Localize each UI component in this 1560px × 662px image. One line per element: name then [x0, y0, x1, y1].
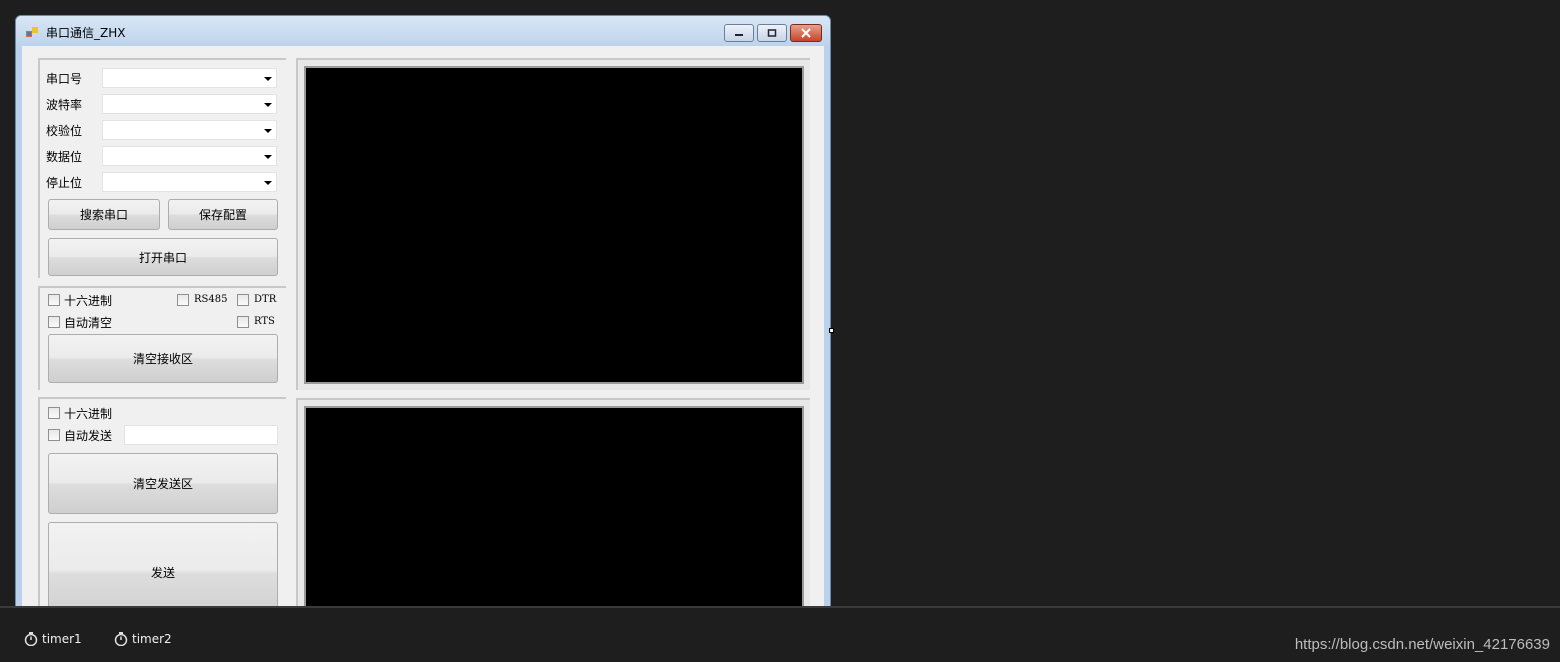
parity-combo[interactable] — [102, 120, 277, 140]
open-port-button[interactable]: 打开串口 — [48, 238, 278, 276]
send-textbox[interactable] — [304, 406, 804, 614]
window-title: 串口通信_ZHX — [46, 26, 126, 40]
chevron-down-icon — [264, 155, 272, 159]
port-combo[interactable] — [102, 68, 277, 88]
form-client-area: 串口号 波特率 校验位 数据位 停止位 搜索串口 保存配置 打开串口 十六进制 … — [22, 46, 824, 614]
chevron-down-icon — [264, 129, 272, 133]
minimize-button[interactable] — [724, 24, 754, 42]
receive-options-group: 十六进制 RS485 DTR 自动清空 RTS 清空接收区 — [38, 286, 286, 390]
app-icon — [26, 27, 38, 37]
minimize-icon — [735, 34, 743, 36]
baud-combo[interactable] — [102, 94, 277, 114]
auto-send-label: 自动发送 — [64, 429, 113, 443]
rts-label: RTS — [254, 316, 275, 327]
port-label: 串口号 — [46, 72, 83, 86]
stopwatch-icon — [114, 632, 128, 646]
send-hex-label: 十六进制 — [64, 407, 113, 421]
send-options-group: 十六进制 自动发送 清空发送区 发送 — [38, 397, 286, 614]
chevron-down-icon — [264, 77, 272, 81]
save-config-button[interactable]: 保存配置 — [168, 199, 278, 230]
stopwatch-icon — [24, 632, 38, 646]
chevron-down-icon — [264, 103, 272, 107]
databits-label: 数据位 — [46, 150, 83, 164]
receive-textbox[interactable] — [304, 66, 804, 384]
rs485-checkbox[interactable] — [177, 294, 189, 306]
auto-send-checkbox[interactable] — [48, 429, 60, 441]
component-tray: timer1 timer2 https://blog.csdn.net/weix… — [0, 606, 1560, 662]
tray-item-timer1[interactable]: timer1 — [24, 632, 82, 646]
rts-checkbox[interactable] — [237, 316, 249, 328]
clear-receive-button[interactable]: 清空接收区 — [48, 334, 278, 383]
designer-form-window: 串口通信_ZHX 串口号 波特率 校验位 数据位 停止位 搜索串口 保存配置 打… — [15, 15, 831, 615]
maximize-icon — [767, 29, 777, 37]
resize-handle[interactable] — [829, 328, 834, 333]
close-icon — [801, 28, 811, 38]
close-button[interactable] — [790, 24, 822, 42]
receive-hex-label: 十六进制 — [64, 294, 113, 308]
receive-hex-checkbox[interactable] — [48, 294, 60, 306]
parity-label: 校验位 — [46, 124, 83, 138]
send-panel — [296, 398, 810, 614]
title-bar: 串口通信_ZHX — [16, 16, 830, 46]
auto-clear-label: 自动清空 — [64, 316, 113, 330]
send-hex-checkbox[interactable] — [48, 407, 60, 419]
auto-send-interval-input[interactable] — [124, 425, 278, 445]
maximize-button[interactable] — [757, 24, 787, 42]
databits-combo[interactable] — [102, 146, 277, 166]
tray-item-label: timer1 — [42, 632, 82, 646]
serial-settings-group: 串口号 波特率 校验位 数据位 停止位 搜索串口 保存配置 打开串口 — [38, 58, 286, 278]
auto-clear-checkbox[interactable] — [48, 316, 60, 328]
watermark-text: https://blog.csdn.net/weixin_42176639 — [1294, 636, 1550, 653]
chevron-down-icon — [264, 181, 272, 185]
receive-panel — [296, 58, 810, 390]
search-port-button[interactable]: 搜索串口 — [48, 199, 160, 230]
send-button[interactable]: 发送 — [48, 522, 278, 614]
tray-item-timer2[interactable]: timer2 — [114, 632, 172, 646]
clear-send-button[interactable]: 清空发送区 — [48, 453, 278, 514]
dtr-label: DTR — [254, 294, 277, 305]
tray-item-label: timer2 — [132, 632, 172, 646]
stopbits-combo[interactable] — [102, 172, 277, 192]
rs485-label: RS485 — [194, 294, 228, 305]
stopbits-label: 停止位 — [46, 176, 83, 190]
dtr-checkbox[interactable] — [237, 294, 249, 306]
baud-label: 波特率 — [46, 98, 83, 112]
